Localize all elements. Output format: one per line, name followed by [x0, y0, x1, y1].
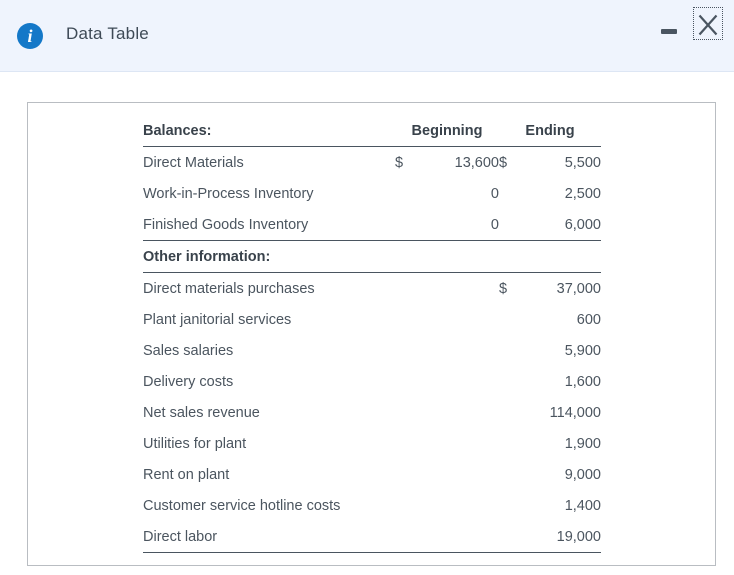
table-row: Delivery costs 1,600 [143, 366, 601, 397]
spacer-cell [521, 240, 601, 273]
row-label: Utilities for plant [143, 435, 247, 452]
spacer-cell [417, 335, 499, 366]
table-row: Rent on plant 9,000 [143, 459, 601, 490]
close-icon [698, 14, 718, 35]
currency-symbol [499, 209, 521, 241]
row-label: Direct materials purchases [143, 280, 315, 297]
spacer-cell [417, 428, 499, 459]
row-value: 5,900 [564, 342, 601, 359]
ending-value: 2,500 [564, 185, 601, 202]
currency-symbol [499, 178, 521, 209]
row-label: Direct Materials [143, 154, 244, 171]
currency-symbol [499, 335, 521, 366]
currency-symbol [499, 490, 521, 521]
spacer-cell [417, 459, 499, 490]
table-row: Sales salaries 5,900 [143, 335, 601, 366]
spacer-cell [395, 335, 417, 366]
spacer-cell [499, 240, 521, 273]
table-row: Direct labor 19,000 [143, 521, 601, 553]
spacer-cell [395, 304, 417, 335]
row-label: Work-in-Process Inventory [143, 185, 314, 202]
page-title: Data Table [66, 24, 149, 43]
table-row: Work-in-Process Inventory 0 2,500 [143, 178, 601, 209]
row-label: Plant janitorial services [143, 311, 292, 328]
section-heading-row: Other information: [143, 240, 601, 273]
table-row: Net sales revenue 114,000 [143, 397, 601, 428]
spacer-cell [395, 521, 417, 553]
table-header-row: Balances: Beginning Ending [143, 115, 601, 147]
row-value: 114,000 [549, 404, 601, 421]
row-value: 37,000 [556, 280, 601, 297]
row-value: 9,000 [564, 466, 601, 483]
row-value: 1,900 [564, 435, 601, 452]
spacer-cell [395, 240, 417, 273]
spacer-cell [395, 459, 417, 490]
info-icon: i [17, 23, 43, 49]
row-value: 19,000 [521, 521, 601, 553]
row-label: Customer service hotline costs [143, 497, 341, 514]
minimize-icon [661, 29, 677, 34]
table-row: Customer service hotline costs 1,400 [143, 490, 601, 521]
section-heading-other-information: Other information: [143, 240, 395, 273]
financial-data-table: Balances: Beginning Ending Direct Materi… [143, 115, 601, 553]
beginning-value: 0 [490, 185, 499, 202]
spacer-cell [395, 397, 417, 428]
currency-symbol: $ [499, 280, 508, 297]
row-value: 1,400 [564, 497, 601, 514]
currency-symbol: $ [395, 154, 404, 171]
table-row: Direct materials purchases $ 37,000 [143, 273, 601, 305]
close-button[interactable] [693, 7, 723, 40]
spacer-cell [417, 240, 499, 273]
currency-symbol [499, 304, 521, 335]
table-row: Plant janitorial services 600 [143, 304, 601, 335]
window-titlebar: i Data Table [0, 0, 734, 72]
beginning-value: 0 [417, 209, 499, 241]
row-label: Sales salaries [143, 342, 234, 359]
row-label: Delivery costs [143, 373, 234, 390]
currency-symbol [499, 521, 521, 553]
spacer-cell [417, 521, 499, 553]
table-row: Utilities for plant 1,900 [143, 428, 601, 459]
section-heading-balances: Balances: [143, 115, 395, 147]
currency-symbol [499, 366, 521, 397]
minimize-button[interactable] [658, 20, 682, 44]
currency-symbol [395, 209, 417, 241]
currency-symbol [499, 459, 521, 490]
row-label: Finished Goods Inventory [143, 209, 395, 241]
spacer-cell [417, 304, 499, 335]
row-value: 1,600 [564, 373, 601, 390]
column-header-beginning: Beginning [395, 115, 499, 147]
spacer-cell [395, 428, 417, 459]
spacer-cell [395, 273, 417, 305]
row-label: Rent on plant [143, 466, 230, 483]
row-value: 600 [576, 311, 601, 328]
spacer-cell [417, 366, 499, 397]
spacer-cell [417, 273, 499, 305]
ending-value: 5,500 [564, 154, 601, 171]
currency-symbol: $ [499, 154, 508, 171]
spacer-cell [395, 490, 417, 521]
data-table-panel: Balances: Beginning Ending Direct Materi… [27, 102, 716, 566]
ending-value: 6,000 [521, 209, 601, 241]
row-label: Net sales revenue [143, 404, 260, 421]
spacer-cell [395, 366, 417, 397]
table-row: Direct Materials $ 13,600 $ 5,500 [143, 147, 601, 179]
row-label: Direct labor [143, 521, 395, 553]
currency-symbol [499, 428, 521, 459]
currency-symbol [395, 178, 417, 209]
table-row: Finished Goods Inventory 0 6,000 [143, 209, 601, 241]
spacer-cell [417, 490, 499, 521]
spacer-cell [417, 397, 499, 428]
column-header-ending: Ending [499, 115, 601, 147]
beginning-value: 13,600 [454, 154, 499, 171]
currency-symbol [499, 397, 521, 428]
